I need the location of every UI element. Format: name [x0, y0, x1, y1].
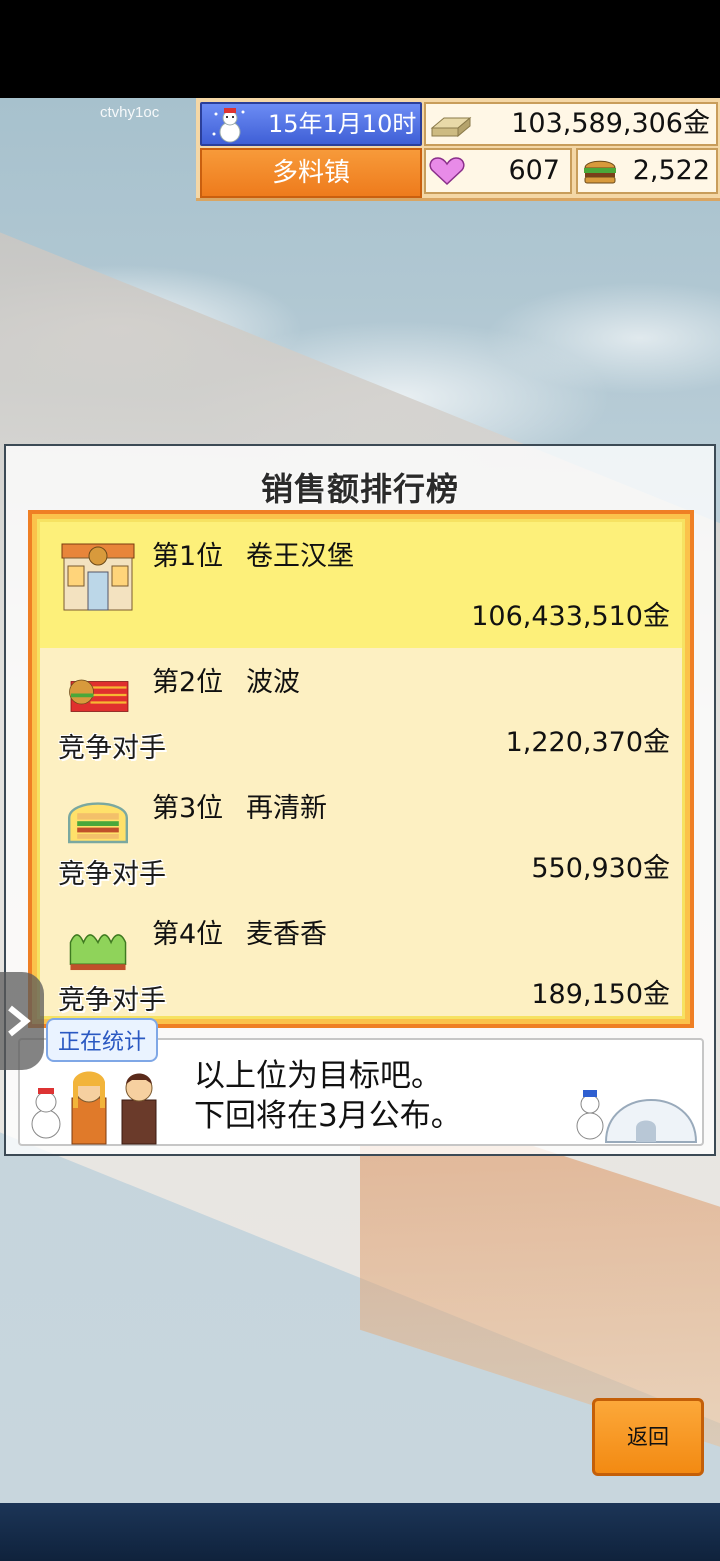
money-display: 103,589,306金	[424, 102, 718, 146]
ranking-row-2: 第2位 波波 1,220,370金 竞争对手	[40, 648, 682, 774]
sales-amount: 106,433,510金	[471, 601, 670, 632]
ranking-row-4: 第4位 麦香香 189,150金 竞争对手	[40, 900, 682, 1016]
rank-position: 第3位	[152, 793, 224, 824]
snowman-icon	[212, 108, 245, 143]
igloo-snowman-decoration	[576, 1090, 698, 1143]
own-shop-icon	[61, 543, 135, 611]
watermark: ctvhy1oc	[100, 104, 160, 121]
sales-amount: 550,930金	[531, 853, 670, 884]
rival-shop-icon	[69, 679, 129, 712]
heart-icon	[429, 157, 465, 186]
shop-name: 波波	[246, 667, 300, 698]
rank-position: 第2位	[152, 667, 224, 698]
ranking-list: 第1位 卷王汉堡 106,433,510金 第2位 波波 1,220,370金 …	[37, 519, 685, 1019]
sales-amount: 189,150金	[531, 979, 670, 1010]
rival-label: 竞争对手	[58, 985, 166, 1016]
burgers-value: 2,522	[632, 155, 710, 186]
town-name: 多料镇	[200, 148, 422, 198]
chevron-right-icon	[8, 1005, 31, 1037]
rank-position: 第4位	[152, 919, 224, 950]
hud-panel: 15年1月10时 多料镇 103,589,306金 607 2,522	[196, 98, 720, 201]
rival-shop-icon	[68, 802, 128, 844]
sales-amount: 1,220,370金	[505, 727, 670, 758]
burger-icon	[584, 160, 616, 184]
counting-badge: 正在统计	[46, 1018, 159, 1062]
rank-position: 第1位	[152, 541, 224, 572]
shop-name: 麦香香	[246, 919, 327, 950]
dialog-title: 销售额排行榜	[260, 470, 459, 508]
ranking-frame: 第1位 卷王汉堡 106,433,510金 第2位 波波 1,220,370金 …	[28, 510, 694, 1028]
gold-bars-icon	[430, 116, 472, 138]
date-display: 15年1月10时	[200, 102, 422, 146]
rival-label: 竞争对手	[58, 859, 166, 890]
side-expand-button[interactable]	[0, 972, 44, 1070]
money-value: 103,589,306金	[511, 108, 710, 139]
shop-name: 再清新	[246, 793, 327, 824]
sales-ranking-dialog: 销售额排行榜 第1位 卷王汉堡 106,433,510金 第2位 波波 1,22…	[4, 444, 716, 1156]
hearts-value: 607	[508, 155, 560, 186]
bottom-bar	[0, 1503, 720, 1561]
message-line-2: 下回将在3月公布。	[194, 1098, 462, 1134]
hearts-display: 607	[424, 148, 572, 194]
date-text: 15年1月10时	[268, 110, 417, 138]
shop-name: 卷王汉堡	[246, 541, 354, 572]
message-line-1: 以上位为目标吧。	[194, 1058, 442, 1094]
staff-characters	[31, 1071, 157, 1145]
rival-label: 竞争对手	[58, 733, 166, 764]
ranking-row-1: 第1位 卷王汉堡 106,433,510金	[40, 522, 682, 648]
burgers-display: 2,522	[576, 148, 718, 194]
ranking-row-3: 第3位 再清新 550,930金 竞争对手	[40, 774, 682, 900]
back-button[interactable]: 返回	[592, 1398, 704, 1476]
status-bar	[0, 0, 720, 98]
message-text: 以上位为目标吧。 下回将在3月公布。	[194, 1056, 462, 1136]
